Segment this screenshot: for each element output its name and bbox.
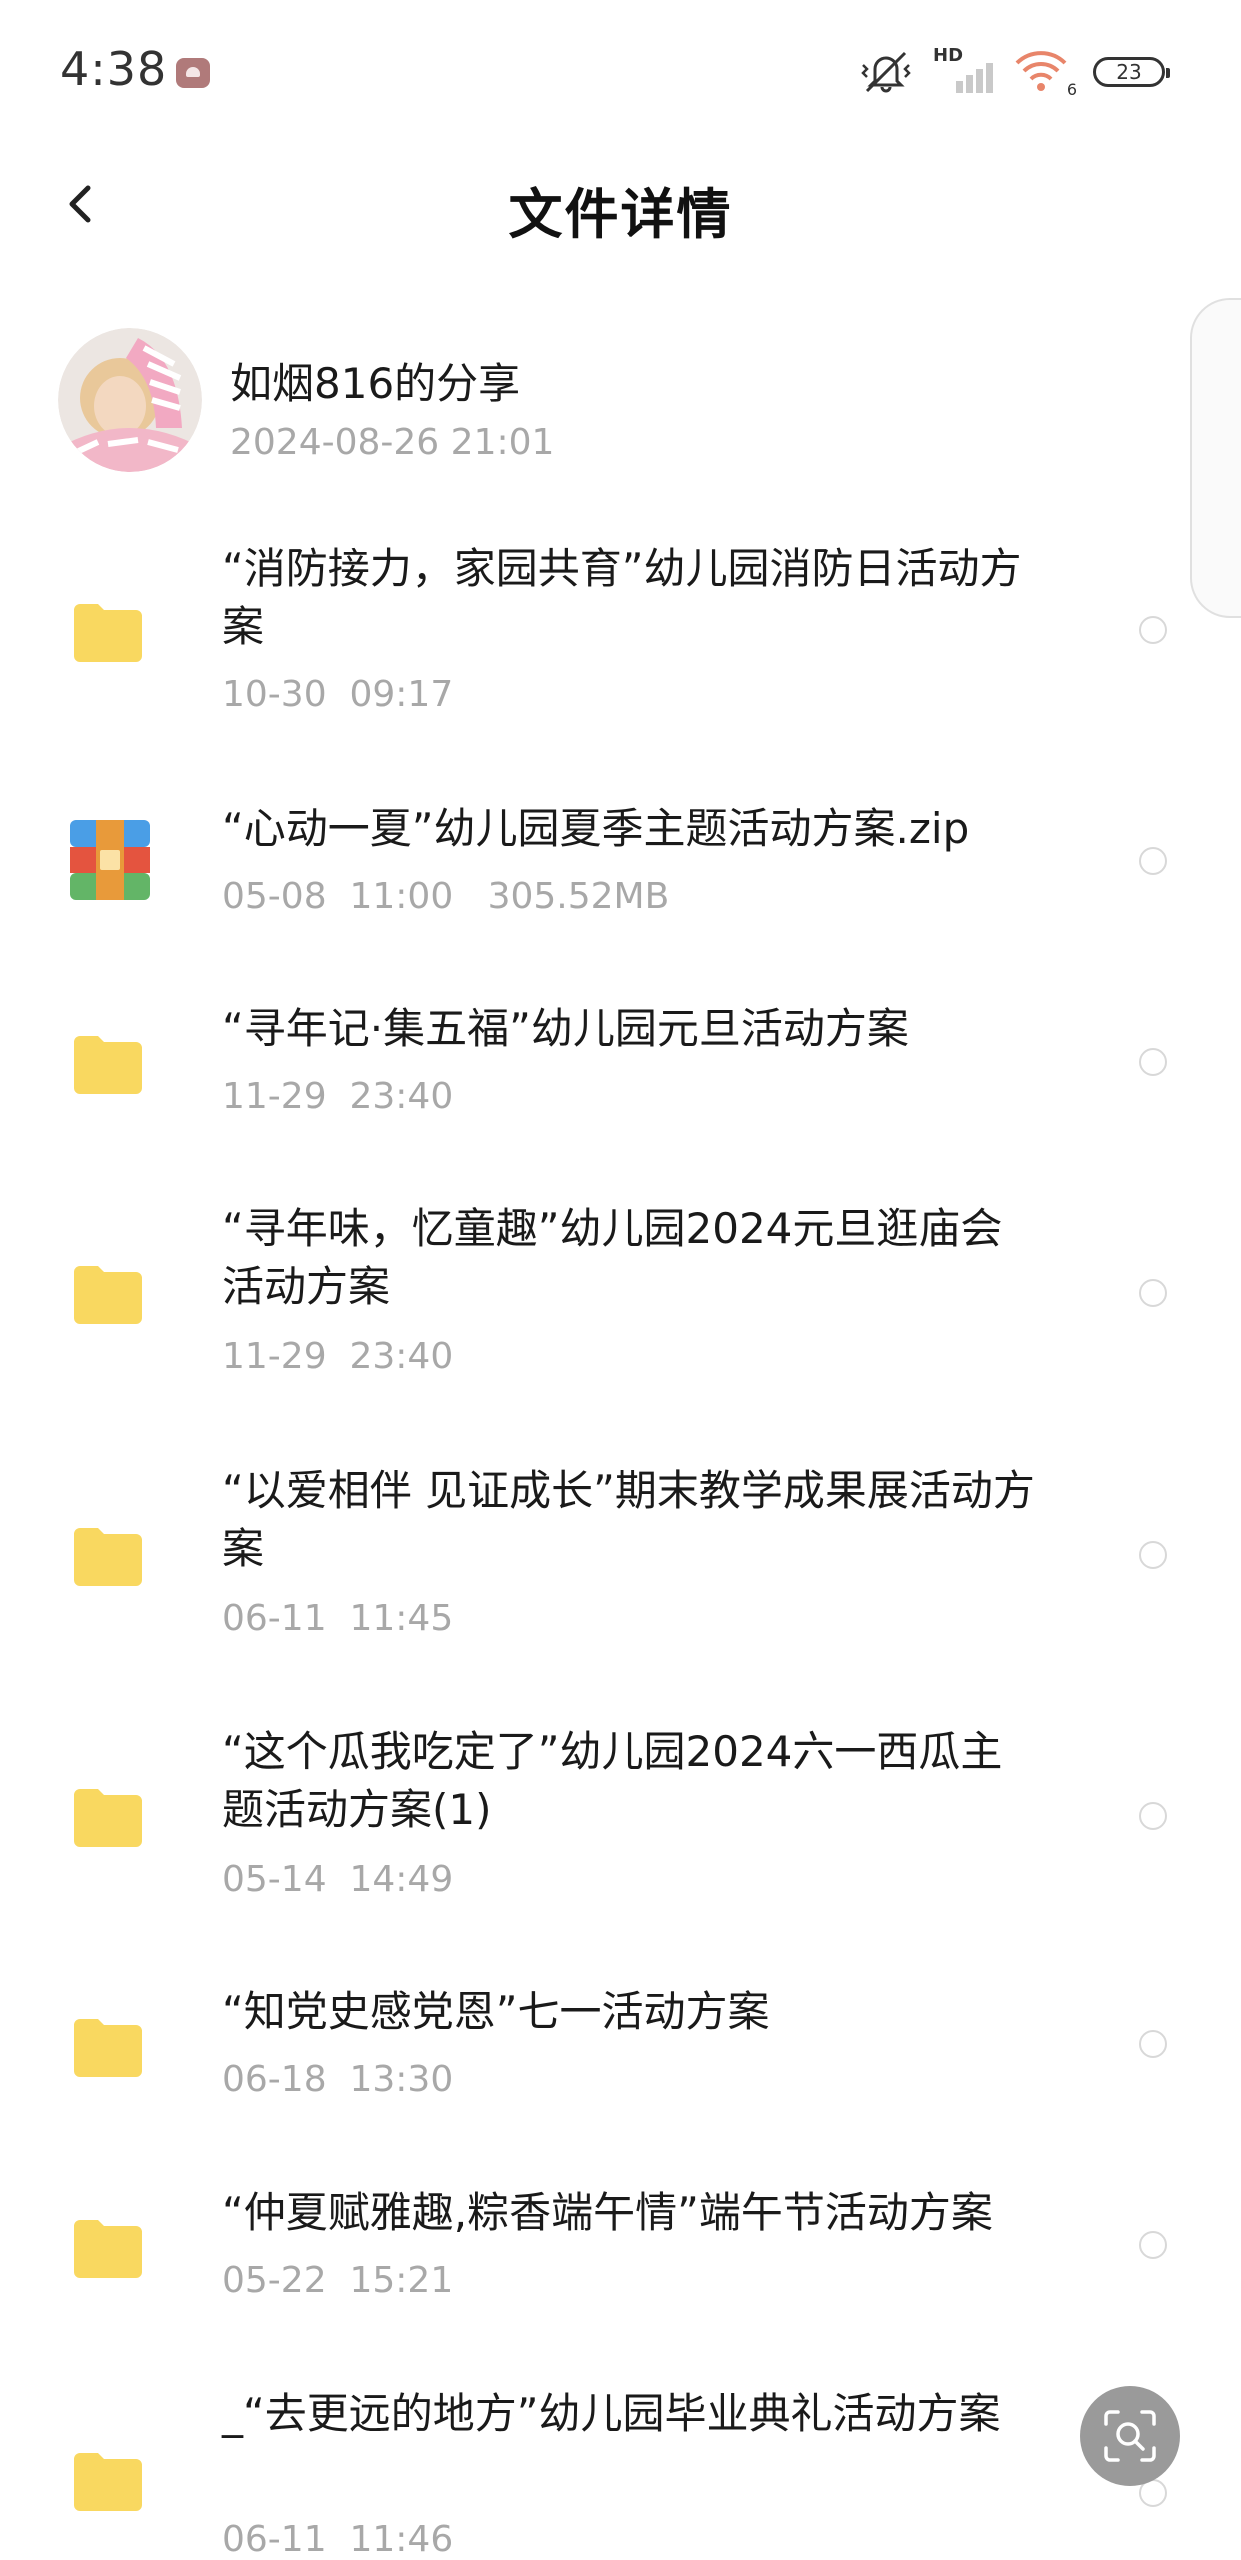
list-item[interactable]: “心动一夏”幼儿园夏季主题活动方案.zip 05-08 11:00 305.52… xyxy=(0,800,1241,930)
file-name: “心动一夏”幼儿园夏季主题活动方案.zip xyxy=(222,804,970,853)
list-item[interactable]: “以爱相伴 见证成长”期末教学成果展活动方案 06-11 11:45 xyxy=(0,1462,1241,1652)
wifi-label: 6 xyxy=(1066,80,1077,99)
file-name: “以爱相伴 见证成长”期末教学成果展活动方案 xyxy=(222,1466,1035,1573)
wifi-icon: 6 xyxy=(1013,47,1077,99)
file-name: “寻年味，忆童趣”幼儿园2024元旦逛庙会活动方案 xyxy=(222,1204,1003,1311)
folder-icon xyxy=(72,600,144,664)
list-item[interactable]: “这个瓜我吃定了”幼儿园2024六一西瓜主题活动方案(1) 05-14 14:4… xyxy=(0,1723,1241,1913)
floating-search-button[interactable] xyxy=(1080,2386,1180,2486)
share-title: 如烟816的分享 xyxy=(230,359,521,408)
search-scan-icon xyxy=(1104,2410,1156,2462)
folder-icon xyxy=(72,2216,144,2280)
file-name: _“去更远的地方”幼儿园毕业典礼活动方案 xyxy=(222,2389,1001,2438)
cellular-signal-icon: HD xyxy=(933,45,993,97)
folder-icon xyxy=(72,1032,144,1096)
share-info: 如烟816的分享 2024-08-26 21:01 xyxy=(58,328,1058,478)
list-item[interactable]: “消防接力，家园共育”幼儿园消防日活动方案 10-30 09:17 xyxy=(0,540,1241,750)
status-icons: HD 6 23 xyxy=(859,44,1170,100)
list-item[interactable]: “寻年味，忆童趣”幼儿园2024元旦逛庙会活动方案 11-29 23:40 xyxy=(0,1200,1241,1390)
file-name: “这个瓜我吃定了”幼儿园2024六一西瓜主题活动方案(1) xyxy=(222,1727,1003,1834)
file-meta: 10-30 09:17 xyxy=(222,674,454,715)
folder-icon xyxy=(72,1262,144,1326)
archive-icon xyxy=(70,820,150,900)
file-name: “仲夏赋雅趣,粽香端午情”端午节活动方案 xyxy=(222,2188,993,2237)
file-meta: 05-22 15:21 xyxy=(222,2260,454,2301)
vibrate-mute-icon xyxy=(859,47,913,97)
file-meta: 06-11 11:45 xyxy=(222,1598,454,1639)
folder-icon xyxy=(72,1524,144,1588)
file-name: “消防接力，家园共育”幼儿园消防日活动方案 xyxy=(222,544,1022,651)
page-title: 文件详情 xyxy=(508,183,733,246)
file-name: “知党史感党恩”七一活动方案 xyxy=(222,1987,770,2036)
select-radio[interactable] xyxy=(1139,1541,1167,1569)
list-item[interactable]: “仲夏赋雅趣,粽香端午情”端午节活动方案 05-22 15:21 xyxy=(0,2184,1241,2314)
file-meta: 11-29 23:40 xyxy=(222,1336,454,1377)
file-meta: 05-08 11:00 305.52MB xyxy=(222,876,670,917)
status-time: 4:38 xyxy=(60,42,168,96)
list-item[interactable]: _“去更远的地方”幼儿园毕业典礼活动方案 06-11 11:46 xyxy=(0,2385,1241,2560)
select-radio[interactable] xyxy=(1139,2231,1167,2259)
select-radio[interactable] xyxy=(1139,2030,1167,2058)
file-meta: 05-14 14:49 xyxy=(222,1859,454,1900)
file-name: “寻年记·集五福”幼儿园元旦活动方案 xyxy=(222,1004,909,1053)
select-radio[interactable] xyxy=(1139,1802,1167,1830)
battery-indicator: 23 xyxy=(1093,57,1170,87)
select-radio[interactable] xyxy=(1139,1048,1167,1076)
list-item[interactable]: “寻年记·集五福”幼儿园元旦活动方案 11-29 23:40 xyxy=(0,1000,1241,1130)
file-meta: 06-11 11:46 xyxy=(222,2519,454,2560)
file-meta: 11-29 23:40 xyxy=(222,1076,454,1117)
select-radio[interactable] xyxy=(1139,847,1167,875)
folder-icon xyxy=(72,1785,144,1849)
list-item[interactable]: “知党史感党恩”七一活动方案 06-18 13:30 xyxy=(0,1983,1241,2113)
folder-icon xyxy=(72,2449,144,2513)
file-meta: 06-18 13:30 xyxy=(222,2059,454,2100)
avatar[interactable] xyxy=(58,328,202,472)
share-datetime: 2024-08-26 21:01 xyxy=(230,422,555,463)
select-radio[interactable] xyxy=(1139,616,1167,644)
app-notification-icon xyxy=(176,58,210,88)
select-radio[interactable] xyxy=(1139,1279,1167,1307)
folder-icon xyxy=(72,2015,144,2079)
status-bar: 4:38 HD 6 23 xyxy=(0,0,1241,150)
header: 文件详情 xyxy=(0,150,1241,260)
